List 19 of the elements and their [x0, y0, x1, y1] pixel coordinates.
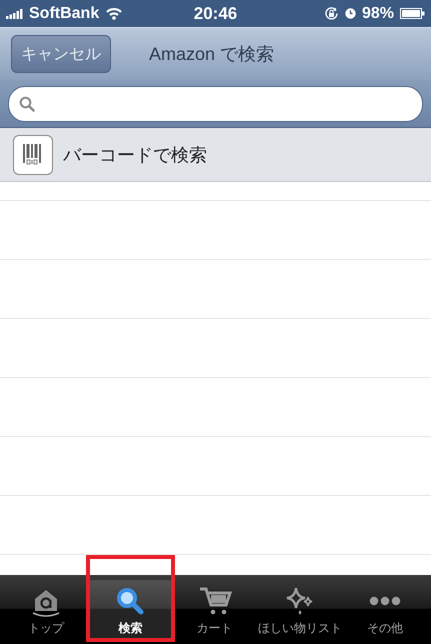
wifi-icon [105, 7, 124, 20]
search-field[interactable] [8, 86, 423, 122]
alarm-clock-icon [344, 8, 356, 19]
tab[interactable]: トップ [5, 580, 88, 641]
tab[interactable]: 検索 [89, 580, 172, 641]
tab[interactable]: その他 [344, 580, 426, 641]
battery-percent: 98% [362, 4, 394, 22]
rotation-lock-icon [324, 6, 339, 21]
tab[interactable]: ほしい物リスト [258, 580, 342, 641]
tab[interactable]: カート [174, 580, 256, 641]
battery-icon [400, 8, 425, 19]
carrier-name: SoftBank [29, 4, 100, 22]
clock-time: 20:46 [194, 4, 238, 24]
signal-icon [6, 8, 23, 18]
search-icon [19, 96, 35, 112]
window-title: Amazon で検索 [149, 43, 274, 66]
barcode-search-item[interactable]: バーコードで検索 [0, 128, 431, 182]
more-icon [368, 596, 402, 606]
cart-icon [198, 585, 232, 617]
